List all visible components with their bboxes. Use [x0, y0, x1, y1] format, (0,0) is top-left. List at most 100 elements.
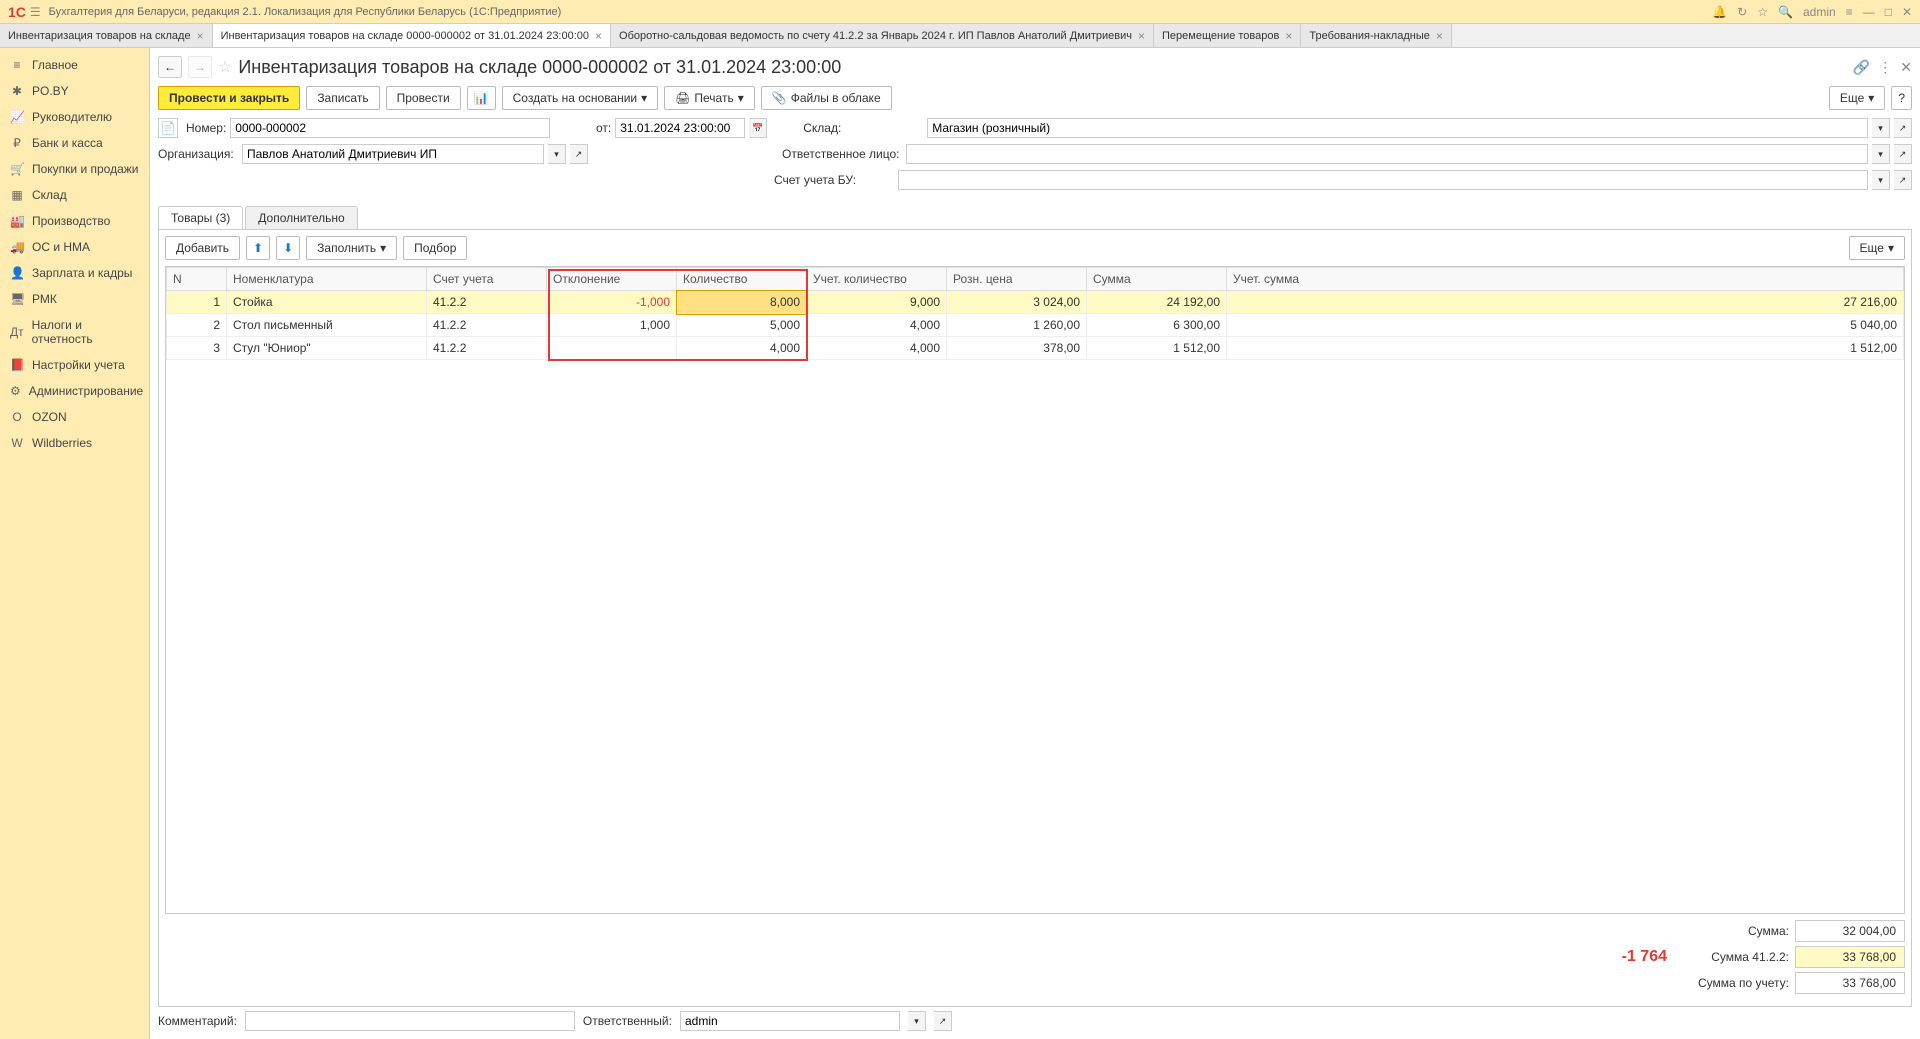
move-up-button[interactable]: ⬆: [246, 236, 270, 260]
cell-qty[interactable]: 5,000: [677, 314, 807, 337]
star-icon[interactable]: ☆: [1757, 5, 1768, 19]
cell-sum[interactable]: 1 512,00: [1087, 337, 1227, 360]
sidebar-item[interactable]: ≡Главное: [0, 52, 149, 78]
cell-item[interactable]: Стойка: [227, 291, 427, 314]
link-icon[interactable]: 🔗: [1853, 59, 1870, 76]
col-n[interactable]: N: [167, 268, 227, 291]
cell-price[interactable]: 378,00: [947, 337, 1087, 360]
sidebar-item[interactable]: 🏭Производство: [0, 208, 149, 234]
window-tab[interactable]: Перемещение товаров×: [1154, 24, 1301, 47]
cell-item[interactable]: Стул "Юниор": [227, 337, 427, 360]
dropdown-icon[interactable]: ▾: [1872, 170, 1890, 190]
org-input[interactable]: [242, 144, 544, 164]
favorite-icon[interactable]: ☆: [218, 57, 232, 77]
post-close-button[interactable]: Провести и закрыть: [158, 86, 300, 110]
date-input[interactable]: [615, 118, 745, 138]
calendar-icon[interactable]: 📅: [749, 118, 767, 138]
open-icon[interactable]: ↗: [934, 1011, 952, 1031]
close-icon[interactable]: ✕: [1902, 5, 1912, 19]
col-price[interactable]: Розн. цена: [947, 268, 1087, 291]
window-tab[interactable]: Оборотно-сальдовая ведомость по счету 41…: [611, 24, 1154, 47]
close-tab-icon[interactable]: ×: [1436, 29, 1443, 43]
table-wrapper[interactable]: N Номенклатура Счет учета Отклонение Кол…: [165, 266, 1905, 914]
add-row-button[interactable]: Добавить: [165, 236, 240, 260]
dropdown-icon[interactable]: ▾: [1872, 118, 1890, 138]
close-tab-icon[interactable]: ×: [595, 29, 602, 43]
cell-dev[interactable]: [547, 337, 677, 360]
cell-item[interactable]: Стол письменный: [227, 314, 427, 337]
responsible-input[interactable]: [906, 144, 1868, 164]
window-tab[interactable]: Инвентаризация товаров на складе×: [0, 24, 213, 47]
fill-button[interactable]: Заполнить ▾: [306, 236, 397, 260]
maximize-icon[interactable]: □: [1885, 5, 1892, 19]
cell-acct[interactable]: 41.2.2: [427, 314, 547, 337]
move-down-button[interactable]: ⬇: [276, 236, 300, 260]
more-button[interactable]: Еще ▾: [1829, 86, 1885, 110]
warehouse-input[interactable]: [927, 118, 1868, 138]
cell-acct[interactable]: 41.2.2: [427, 291, 547, 314]
dropdown-icon[interactable]: ▾: [548, 144, 566, 164]
cell-price[interactable]: 3 024,00: [947, 291, 1087, 314]
col-acc-qty[interactable]: Учет. количество: [807, 268, 947, 291]
sidebar-item[interactable]: ✱PO.BY: [0, 78, 149, 104]
sidebar-item[interactable]: 📕Настройки учета: [0, 352, 149, 378]
pick-button[interactable]: Подбор: [403, 236, 467, 260]
sidebar-item[interactable]: ▦Склад: [0, 182, 149, 208]
sidebar-item[interactable]: ⚙Администрирование: [0, 378, 149, 404]
history-icon[interactable]: ↻: [1737, 5, 1747, 19]
forward-button[interactable]: →: [188, 56, 212, 78]
print-button[interactable]: 🖨 Печать ▾: [664, 86, 755, 110]
menu-icon[interactable]: ☰: [30, 5, 41, 19]
sidebar-item[interactable]: 📈Руководителю: [0, 104, 149, 130]
col-acct[interactable]: Счет учета: [427, 268, 547, 291]
cell-dev[interactable]: -1,000: [547, 291, 677, 314]
search-icon[interactable]: 🔍: [1778, 5, 1793, 19]
col-qty[interactable]: Количество: [677, 268, 807, 291]
cell-n[interactable]: 2: [167, 314, 227, 337]
account-input[interactable]: [898, 170, 1868, 190]
cell-acc-qty[interactable]: 9,000: [807, 291, 947, 314]
col-acc-sum[interactable]: Учет. сумма: [1227, 268, 1904, 291]
kebab-icon[interactable]: ⋮: [1878, 59, 1892, 76]
create-based-button[interactable]: Создать на основании ▾: [502, 86, 659, 110]
dropdown-icon[interactable]: ▾: [908, 1011, 926, 1031]
cell-n[interactable]: 1: [167, 291, 227, 314]
cell-dev[interactable]: 1,000: [547, 314, 677, 337]
cloud-files-button[interactable]: 📎 Файлы в облаке: [761, 86, 892, 110]
cell-acc-sum[interactable]: 27 216,00: [1227, 291, 1904, 314]
table-row[interactable]: 2Стол письменный41.2.21,0005,0004,0001 2…: [167, 314, 1904, 337]
bell-icon[interactable]: 🔔: [1712, 5, 1727, 19]
window-tab[interactable]: Инвентаризация товаров на складе 0000-00…: [213, 24, 611, 47]
cell-n[interactable]: 3: [167, 337, 227, 360]
cell-acc-sum[interactable]: 1 512,00: [1227, 337, 1904, 360]
sidebar-item[interactable]: 🛒Покупки и продажи: [0, 156, 149, 182]
sidebar-item[interactable]: ₽Банк и касса: [0, 130, 149, 156]
col-dev[interactable]: Отклонение: [547, 268, 677, 291]
sidebar-item[interactable]: OOZON: [0, 404, 149, 430]
post-button[interactable]: Провести: [386, 86, 461, 110]
cell-acct[interactable]: 41.2.2: [427, 337, 547, 360]
col-sum[interactable]: Сумма: [1087, 268, 1227, 291]
close-tab-icon[interactable]: ×: [1138, 29, 1145, 43]
table-row[interactable]: 3Стул "Юниор"41.2.24,0004,000378,001 512…: [167, 337, 1904, 360]
number-input[interactable]: [230, 118, 550, 138]
dropdown-icon[interactable]: ▾: [1872, 144, 1890, 164]
open-icon[interactable]: ↗: [570, 144, 588, 164]
cell-price[interactable]: 1 260,00: [947, 314, 1087, 337]
sidebar-item[interactable]: WWildberries: [0, 430, 149, 456]
cell-acc-sum[interactable]: 5 040,00: [1227, 314, 1904, 337]
close-tab-icon[interactable]: ×: [197, 29, 204, 43]
save-button[interactable]: Записать: [306, 86, 379, 110]
minimize-icon[interactable]: —: [1863, 5, 1875, 19]
window-tab[interactable]: Требования-накладные×: [1301, 24, 1452, 47]
open-icon[interactable]: ↗: [1894, 118, 1912, 138]
cell-sum[interactable]: 6 300,00: [1087, 314, 1227, 337]
sidebar-item[interactable]: 👤Зарплата и кадры: [0, 260, 149, 286]
table-more-button[interactable]: Еще ▾: [1849, 236, 1905, 260]
cell-acc-qty[interactable]: 4,000: [807, 314, 947, 337]
cell-qty[interactable]: 8,000: [677, 291, 807, 314]
user-label[interactable]: admin: [1803, 5, 1836, 19]
cell-sum[interactable]: 24 192,00: [1087, 291, 1227, 314]
table-row[interactable]: 1Стойка41.2.2-1,0008,0009,0003 024,0024 …: [167, 291, 1904, 314]
open-icon[interactable]: ↗: [1894, 144, 1912, 164]
